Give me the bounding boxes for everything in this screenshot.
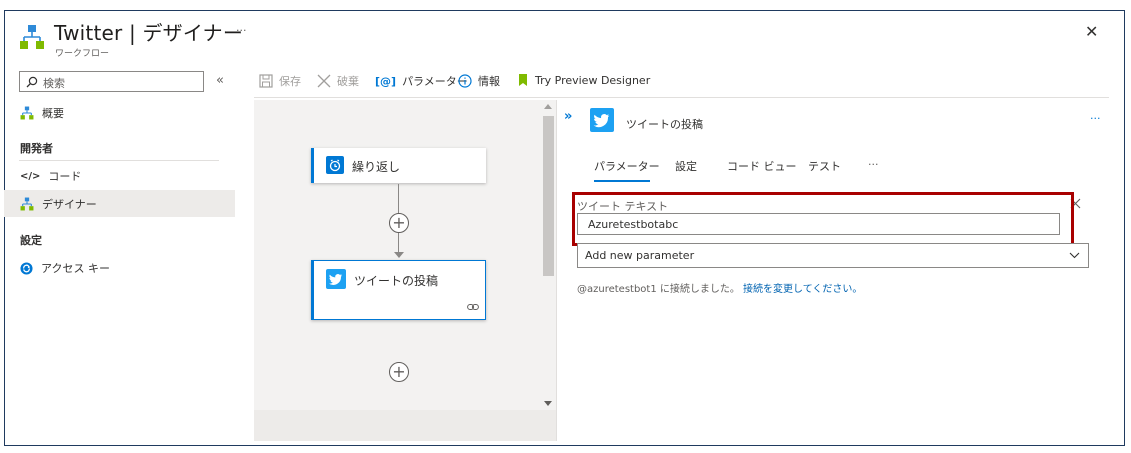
canvas-scrollbar[interactable] xyxy=(541,100,556,410)
search-icon xyxy=(26,76,38,88)
try-preview-label: Try Preview Designer xyxy=(535,73,651,87)
recurrence-trigger-card[interactable]: 繰り返し xyxy=(311,148,486,183)
highlight-box xyxy=(572,192,1074,246)
info-icon xyxy=(458,74,472,88)
add-step-button[interactable]: + xyxy=(389,362,409,382)
section-settings: 設定 xyxy=(20,234,42,247)
parameters-icon: [@] xyxy=(375,74,397,88)
tab-more[interactable]: ··· xyxy=(868,158,879,171)
info-button[interactable]: 情報 xyxy=(458,73,500,89)
header-more-button[interactable]: ··· xyxy=(236,24,247,37)
try-preview-designer-button[interactable]: Try Preview Designer xyxy=(517,73,650,87)
bookmark-icon xyxy=(517,73,529,87)
sidebar-item-overview[interactable]: 概要 xyxy=(4,102,235,124)
panel-more-button[interactable]: ··· xyxy=(1090,112,1101,125)
scroll-up-arrow[interactable] xyxy=(544,104,552,109)
tab-code-view[interactable]: コード ビュー xyxy=(727,158,797,174)
code-icon: </> xyxy=(20,170,41,182)
save-icon xyxy=(259,74,273,88)
canvas-bottom-band xyxy=(254,410,556,441)
tab-test[interactable]: テスト xyxy=(808,158,841,174)
close-button[interactable]: ✕ xyxy=(1085,22,1098,41)
page-title: Twitter | デザイナー xyxy=(54,21,244,45)
parameters-button[interactable]: [@] パラメーター xyxy=(375,73,468,89)
save-label: 保存 xyxy=(279,75,301,88)
tab-settings[interactable]: 設定 xyxy=(675,158,697,174)
change-connection-link[interactable]: 接続を変更してください。 xyxy=(743,280,862,295)
section-developer: 開発者 xyxy=(20,142,53,155)
tab-active-indicator xyxy=(594,180,650,182)
discard-label: 破棄 xyxy=(337,75,359,88)
discard-button[interactable]: 破棄 xyxy=(317,73,359,89)
tab-parameters[interactable]: パラメーター xyxy=(594,158,660,174)
expand-panel-icon[interactable]: » xyxy=(564,109,572,124)
scrollbar-thumb[interactable] xyxy=(543,116,554,276)
divider xyxy=(19,160,219,161)
insert-step-button[interactable]: + xyxy=(389,213,409,233)
info-label: 情報 xyxy=(478,75,500,88)
add-parameter-dropdown[interactable]: Add new parameter xyxy=(577,243,1089,268)
tweet-action-label: ツイートの投稿 xyxy=(354,274,439,288)
tweet-action-card[interactable]: ツイートの投稿 xyxy=(311,260,486,320)
sidebar-item-label: アクセス キー xyxy=(41,262,110,275)
page-subtitle: ワークフロー xyxy=(55,49,110,59)
save-button[interactable]: 保存 xyxy=(259,73,301,89)
connection-status: @azuretestbot1 に接続しました。 xyxy=(577,284,740,295)
close-icon xyxy=(317,74,331,88)
recurrence-label: 繰り返し xyxy=(352,160,401,174)
sidebar-item-access-key[interactable]: アクセス キー xyxy=(4,257,235,279)
sidebar-item-label: デザイナー xyxy=(42,197,97,211)
clock-icon xyxy=(326,156,344,174)
twitter-icon xyxy=(590,108,614,132)
workflow-icon xyxy=(20,197,34,211)
add-parameter-label: Add new parameter xyxy=(585,249,695,262)
collapse-sidebar-button[interactable]: « xyxy=(216,73,224,88)
chevron-down-icon xyxy=(1069,252,1080,259)
panel-title: ツイートの投稿 xyxy=(626,118,703,131)
search-input[interactable]: 検索 xyxy=(19,71,204,92)
sidebar-item-label: 概要 xyxy=(42,107,64,120)
sidebar-item-label: コード xyxy=(48,170,82,183)
sidebar-item-code[interactable]: </> コード xyxy=(4,165,235,187)
toolbar-divider xyxy=(254,97,1109,98)
workflow-icon xyxy=(20,106,34,120)
sidebar-item-designer[interactable]: デザイナー xyxy=(4,190,235,217)
search-placeholder: 検索 xyxy=(43,77,65,90)
panel-divider xyxy=(556,100,557,441)
scroll-down-arrow[interactable] xyxy=(544,401,552,406)
workflow-app-icon xyxy=(19,24,45,50)
refresh-key-icon xyxy=(20,261,33,275)
twitter-icon xyxy=(326,269,346,289)
link-icon xyxy=(467,303,479,311)
connector-arrow xyxy=(394,252,404,258)
